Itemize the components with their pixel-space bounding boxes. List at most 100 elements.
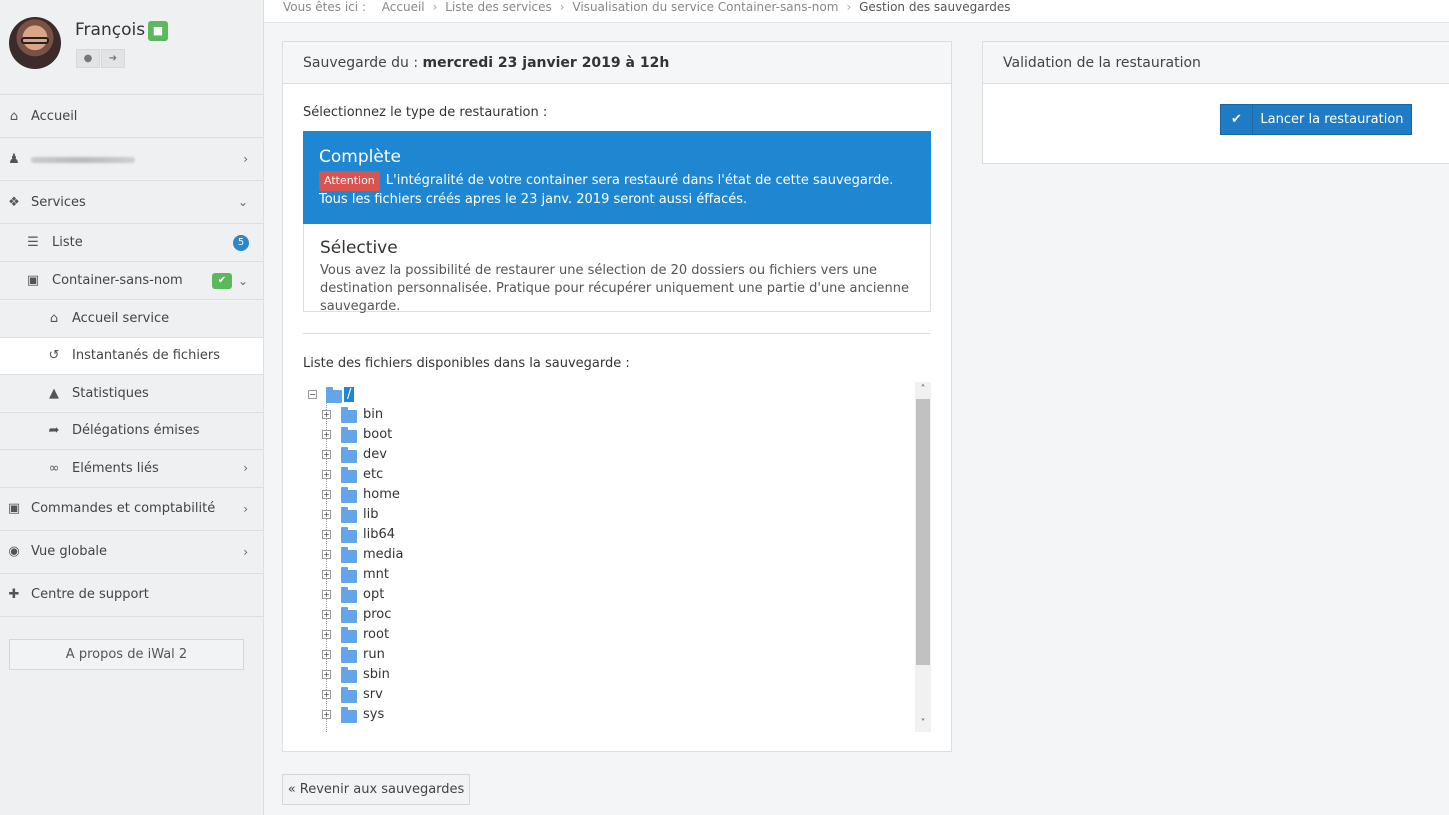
tree-item[interactable]: + lib64 — [303, 525, 931, 545]
chevron-down-icon: ⌄ — [237, 195, 248, 209]
link-icon: ∞ — [48, 460, 60, 476]
tree-scrollbar[interactable]: ˄ ˅ — [915, 382, 931, 732]
expand-icon[interactable]: + — [322, 570, 331, 579]
tree-item[interactable]: + proc — [303, 605, 931, 625]
scroll-up-icon[interactable]: ˄ — [915, 382, 931, 398]
folder-icon — [341, 687, 357, 703]
tree-item[interactable]: + home — [303, 485, 931, 505]
tree-item[interactable]: + bin — [303, 405, 931, 425]
tree-item-name[interactable]: sys — [363, 707, 384, 722]
collapse-icon[interactable]: − — [308, 390, 317, 399]
breadcrumb-prefix: Vous êtes ici : — [283, 0, 366, 14]
tree-item-name[interactable]: boot — [363, 427, 392, 442]
back-to-backups-button[interactable]: « Revenir aux sauvegardes — [282, 774, 470, 805]
profile-icon[interactable]: ● — [76, 49, 100, 68]
username[interactable]: François — [75, 20, 145, 40]
tree-item-name[interactable]: root — [363, 627, 389, 642]
cubes-icon: ❖ — [8, 194, 20, 210]
restore-option-selective[interactable]: Sélective Vous avez la possibilité de re… — [303, 224, 931, 314]
tree-item[interactable]: + sbin — [303, 665, 931, 685]
tree-item[interactable]: + boot — [303, 425, 931, 445]
breadcrumb-item[interactable]: Accueil — [382, 0, 425, 14]
tree-item[interactable]: + media — [303, 545, 931, 565]
sidebar-item-label: Liste — [52, 235, 83, 250]
sidebar-item-vue-globale[interactable]: ◉ Vue globale › — [0, 531, 263, 574]
expand-icon[interactable]: + — [322, 690, 331, 699]
tree-item-name[interactable]: lib — [363, 507, 378, 522]
history-icon: ↺ — [48, 348, 60, 364]
sidebar-item-label: Container-sans-nom — [52, 273, 183, 288]
expand-icon[interactable]: + — [322, 550, 331, 559]
breadcrumb-item[interactable]: Liste des services — [445, 0, 551, 14]
tree-item-name[interactable]: sbin — [363, 667, 390, 682]
scroll-down-icon[interactable]: ˅ — [915, 716, 931, 732]
expand-icon[interactable]: + — [322, 530, 331, 539]
option-title: Complète — [319, 147, 401, 167]
tree-item[interactable]: + mnt — [303, 565, 931, 585]
expand-icon[interactable]: + — [322, 630, 331, 639]
expand-icon[interactable]: + — [322, 410, 331, 419]
sidebar-item-delegations[interactable]: ➦ Délégations émises — [0, 413, 263, 450]
sidebar-item-container[interactable]: ▣ Container-sans-nom ✔ ⌄ — [0, 262, 263, 300]
tree-item-name[interactable]: mnt — [363, 567, 389, 582]
tree-root[interactable]: − / — [303, 385, 931, 405]
expand-icon[interactable]: + — [322, 490, 331, 499]
restore-option-complete[interactable]: Complète Attention L'intégralité de votr… — [303, 131, 931, 224]
tree-item-name[interactable]: run — [363, 647, 385, 662]
launch-restore-button[interactable]: ✔ Lancer la restauration — [1220, 104, 1412, 135]
tree-item-name[interactable]: home — [363, 487, 400, 502]
tree-item-name[interactable]: opt — [363, 587, 384, 602]
tree-root-name[interactable]: / — [344, 387, 355, 402]
tree-item[interactable]: + sys — [303, 705, 931, 725]
tree-item[interactable]: + lib — [303, 505, 931, 525]
expand-icon[interactable]: + — [322, 610, 331, 619]
validation-panel: Validation de la restauration ✔ Lancer l… — [982, 41, 1449, 164]
expand-icon[interactable]: + — [322, 450, 331, 459]
sidebar-item-elements-lies[interactable]: ∞ Eléments liés › — [0, 450, 263, 488]
sidebar-item-account[interactable]: ♟ › — [0, 138, 263, 181]
tree-item-name[interactable]: srv — [363, 687, 383, 702]
chevron-right-icon: › — [243, 544, 248, 559]
expand-icon[interactable]: + — [322, 430, 331, 439]
logout-icon[interactable]: ➜ — [101, 49, 125, 68]
tree-item-name[interactable]: media — [363, 547, 404, 562]
tree-item[interactable]: + root — [303, 625, 931, 645]
user-block: François ■ ● ➜ — [0, 0, 263, 95]
expand-icon[interactable]: + — [322, 710, 331, 719]
sidebar-item-support[interactable]: ✚ Centre de support — [0, 574, 263, 617]
folder-icon — [341, 507, 357, 523]
sidebar-item-services[interactable]: ❖ Services ⌄ — [0, 181, 263, 224]
scroll-thumb[interactable] — [916, 399, 930, 665]
expand-icon[interactable]: + — [322, 590, 331, 599]
cart-icon: ▣ — [7, 501, 21, 516]
sidebar-item-commandes[interactable]: ▣ Commandes et comptabilité › — [0, 488, 263, 531]
expand-icon[interactable]: + — [322, 510, 331, 519]
expand-icon[interactable]: + — [322, 470, 331, 479]
expand-icon[interactable]: + — [322, 670, 331, 679]
sidebar-item-accueil-service[interactable]: ⌂ Accueil service — [0, 300, 263, 338]
tree-item[interactable]: + dev — [303, 445, 931, 465]
sidebar-item-accueil[interactable]: ⌂ Accueil — [0, 95, 263, 138]
chevron-right-icon: › — [243, 152, 248, 166]
validation-panel-title: Validation de la restauration — [983, 42, 1449, 84]
sidebar-item-liste[interactable]: ☰ Liste 5 — [0, 224, 263, 262]
sidebar-item-statistiques[interactable]: ▲ Statistiques — [0, 375, 263, 413]
tree-item[interactable]: + run — [303, 645, 931, 665]
tree-item-name[interactable]: proc — [363, 607, 391, 622]
folder-icon — [341, 587, 357, 603]
about-button[interactable]: A propos de iWal 2 — [9, 639, 244, 670]
container-icon: ▣ — [26, 273, 40, 288]
tree-item[interactable]: + opt — [303, 585, 931, 605]
tree-item[interactable]: + etc — [303, 465, 931, 485]
file-tree: − / + bin + boot + dev + etc + home + lib + lib64 + med… — [303, 382, 931, 732]
sidebar-item-instantanes[interactable]: ↺ Instantanés de fichiers — [0, 337, 263, 375]
tree-item-name[interactable]: etc — [363, 467, 383, 482]
sidebar-item-label: Eléments liés — [72, 460, 159, 476]
tree-item-name[interactable]: dev — [363, 447, 387, 462]
tree-item[interactable]: + srv — [303, 685, 931, 705]
avatar[interactable] — [9, 17, 61, 69]
tree-item-name[interactable]: lib64 — [363, 527, 395, 542]
expand-icon[interactable]: + — [322, 650, 331, 659]
tree-item-name[interactable]: bin — [363, 407, 383, 422]
breadcrumb-item[interactable]: Visualisation du service Container-sans-… — [572, 0, 838, 14]
